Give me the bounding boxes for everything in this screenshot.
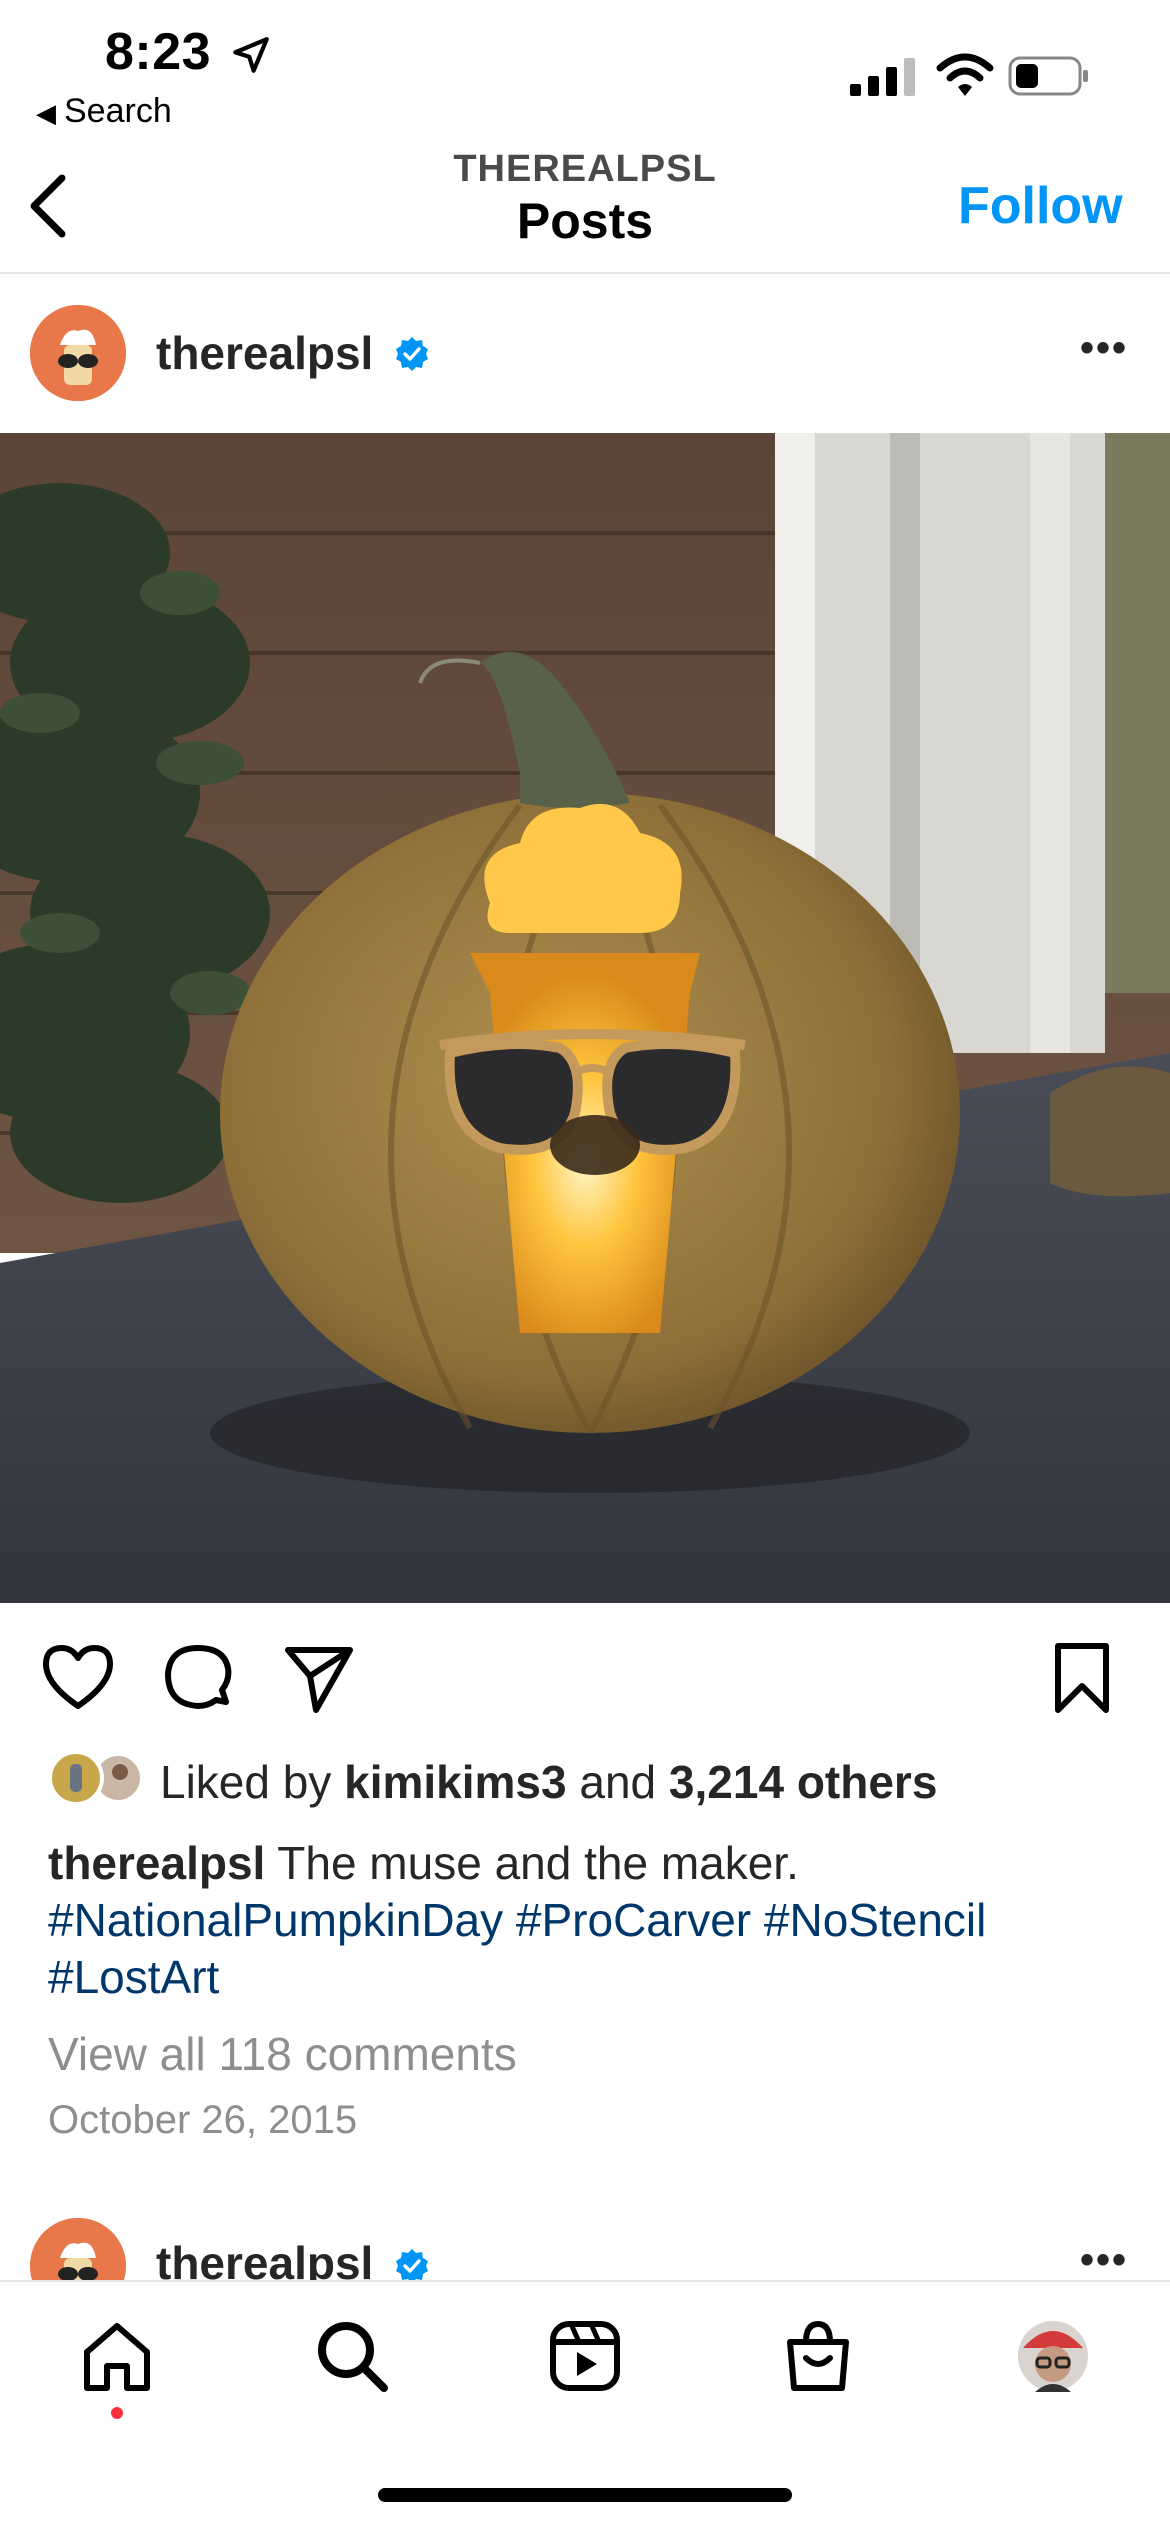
likes-count[interactable]: 3,214 others: [669, 1756, 937, 1808]
status-time: 8:23: [105, 23, 212, 81]
cellular-signal-icon: [850, 58, 915, 96]
likes-middle: and: [566, 1756, 669, 1808]
liked-by-avatars: [48, 1750, 144, 1806]
verified-badge-icon: [396, 337, 428, 371]
verified-badge-icon: [396, 2249, 428, 2283]
reels-icon[interactable]: [547, 2318, 623, 2394]
liker-username[interactable]: kimikims3: [344, 1756, 566, 1808]
follow-button[interactable]: Follow: [958, 176, 1123, 236]
back-app-label: Search: [64, 92, 172, 130]
hashtag-link[interactable]: #NationalPumpkinDay: [48, 1894, 503, 1946]
post-date: October 26, 2015: [48, 2098, 358, 2142]
battery-icon: [1008, 56, 1088, 96]
post-options-icon[interactable]: •••: [1080, 326, 1128, 371]
view-comments-link[interactable]: View all 118 comments: [48, 2027, 517, 2081]
likes-summary[interactable]: Liked by kimikims3 and 3,214 others: [160, 1755, 937, 1809]
hashtag-link[interactable]: #ProCarver: [516, 1894, 751, 1946]
search-icon[interactable]: [314, 2318, 390, 2394]
post-username[interactable]: therealpsl: [156, 326, 373, 380]
location-arrow-icon: [233, 37, 269, 73]
caption-username[interactable]: therealpsl: [48, 1837, 265, 1889]
shop-icon[interactable]: [780, 2318, 856, 2394]
save-bookmark-icon[interactable]: [1044, 1640, 1120, 1716]
post-caption: therealpsl The muse and the maker. #Nati…: [48, 1835, 1128, 2006]
hashtag-link[interactable]: #LostArt: [48, 1951, 219, 2003]
home-icon[interactable]: [79, 2318, 155, 2394]
post-photo[interactable]: [0, 433, 1170, 1603]
likes-prefix: Liked by: [160, 1756, 345, 1808]
next-post-options-icon[interactable]: •••: [1080, 2238, 1128, 2283]
like-heart-icon[interactable]: [40, 1640, 116, 1716]
profile-avatar[interactable]: [1015, 2318, 1091, 2394]
back-to-search-link[interactable]: ◀ Search: [36, 92, 172, 131]
home-notification-dot: [111, 2407, 123, 2419]
comment-icon[interactable]: [160, 1640, 236, 1716]
hashtag-link[interactable]: #NoStencil: [764, 1894, 986, 1946]
caption-text: The muse and the maker.: [265, 1837, 799, 1889]
wifi-icon: [936, 53, 994, 96]
post-author-avatar[interactable]: [30, 305, 126, 401]
back-triangle-icon: ◀: [36, 98, 56, 128]
header-divider: [0, 272, 1170, 274]
home-indicator: [378, 2488, 792, 2502]
share-send-icon[interactable]: [280, 1640, 356, 1716]
